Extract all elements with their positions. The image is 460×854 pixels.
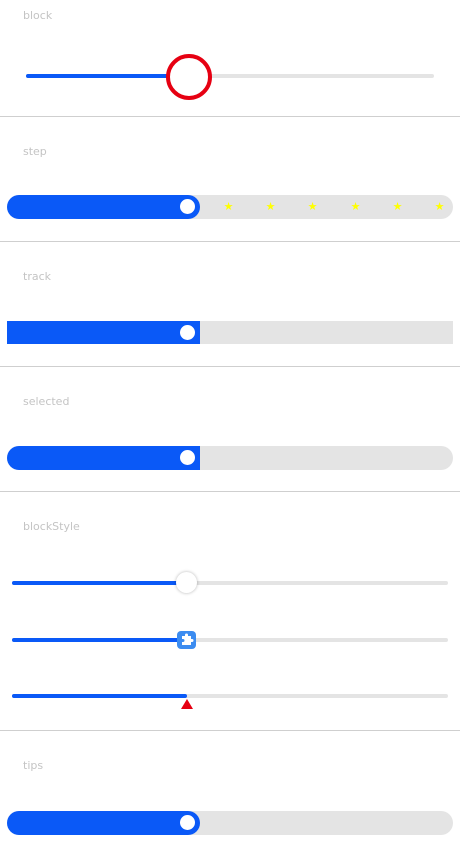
tips-section: tips	[0, 731, 460, 854]
step-slider[interactable]: ★ ★ ★ ★ ★ ★	[7, 195, 453, 219]
track-section: track	[0, 242, 460, 366]
blockstyle-section: blockStyle	[0, 492, 460, 730]
slider-selected-track	[7, 811, 200, 835]
star-icon: ★	[223, 200, 234, 213]
tips-slider[interactable]	[7, 811, 453, 835]
block-section: block	[0, 0, 460, 116]
section-label-tips: tips	[23, 759, 44, 772]
image-block-slider[interactable]	[12, 629, 448, 651]
selected-slider[interactable]	[7, 446, 453, 470]
star-icon: ★	[265, 200, 276, 213]
section-label-selected: selected	[23, 395, 70, 408]
star-icon: ★	[434, 200, 445, 213]
star-icon: ★	[307, 200, 318, 213]
section-label-block: block	[23, 9, 53, 22]
puzzle-icon[interactable]	[177, 631, 196, 649]
section-label-blockstyle: blockStyle	[23, 520, 80, 533]
track-slider[interactable]	[7, 321, 453, 344]
slider-selected-track	[12, 638, 186, 642]
slider-block[interactable]	[180, 450, 195, 465]
section-label-track: track	[23, 270, 51, 283]
triangle-icon[interactable]	[181, 696, 193, 709]
shape-block-slider[interactable]	[12, 686, 448, 709]
slider-selected-track	[26, 74, 188, 78]
slider-selected-track	[7, 321, 200, 344]
slider-selected-track	[12, 694, 187, 698]
section-label-step: step	[23, 145, 47, 158]
default-block-slider[interactable]	[12, 572, 448, 594]
slider-block[interactable]	[176, 572, 197, 593]
slider-block[interactable]	[180, 325, 195, 340]
slider-block[interactable]	[166, 54, 212, 100]
slider-block[interactable]	[180, 199, 195, 214]
step-section: step ★ ★ ★ ★ ★ ★	[0, 117, 460, 241]
slider-selected-track	[7, 195, 200, 219]
star-icon: ★	[392, 200, 403, 213]
star-icon: ★	[350, 200, 361, 213]
block-slider[interactable]	[26, 54, 434, 100]
selected-section: selected	[0, 367, 460, 491]
slider-block[interactable]	[180, 815, 195, 830]
slider-selected-track	[7, 446, 200, 470]
slider-selected-track	[12, 581, 186, 585]
